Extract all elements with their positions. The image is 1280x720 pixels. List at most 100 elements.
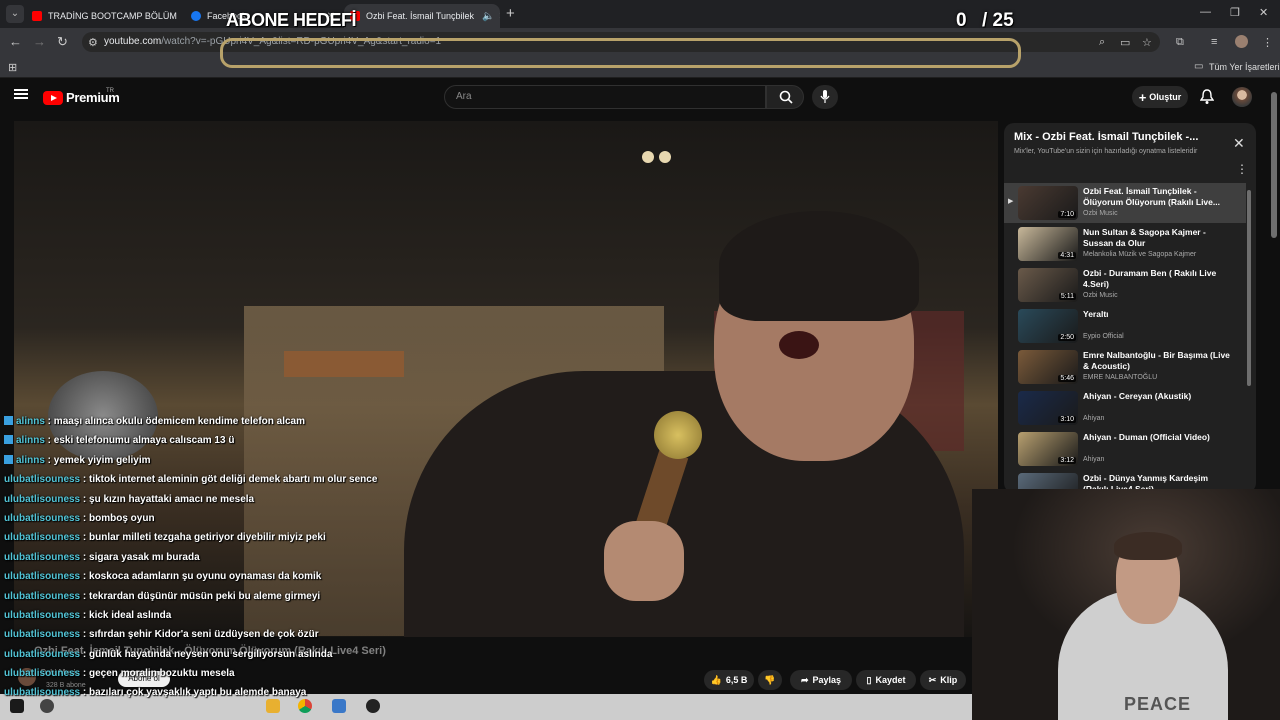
playlist-item-channel: Ahiyan	[1083, 456, 1105, 463]
extensions-icon[interactable]: ⧉	[1176, 36, 1184, 49]
chat-message: ulubatlisouness : koskoca adamların şu o…	[4, 567, 464, 586]
chat-message: ulubatlisouness : sigara yasak mı burada	[4, 548, 464, 567]
chat-message: ulubatlisouness : tiktok internet alemin…	[4, 470, 464, 489]
chat-message: ulubatlisouness : geçen moralin bozuktu …	[4, 664, 464, 683]
playlist-item-title[interactable]: Ahiyan - Duman (Official Video)	[1083, 432, 1233, 443]
playlist-thumbnail[interactable]: 4:31	[1018, 227, 1078, 261]
apps-icon[interactable]: ⊞	[8, 61, 17, 74]
speaker-icon[interactable]: 🔈	[478, 11, 494, 22]
chat-text: eski telefonumu almaya calıscam 13 ü	[53, 435, 235, 447]
close-icon[interactable]: ✕	[495, 11, 501, 22]
cast-icon[interactable]: ▭	[1120, 36, 1130, 49]
playlist-item[interactable]: 4:31 Nun Sultan & Sagopa Kajmer - Sussan …	[1004, 224, 1246, 264]
dislike-button[interactable]: 👎	[758, 670, 782, 690]
playlist-item-title[interactable]: Ozbi - Duramam Ben ( Rakılı Live 4.Seri)	[1083, 268, 1233, 290]
chat-message: ulubatlisouness : kick ideal aslında	[4, 606, 464, 625]
playlist-item-title[interactable]: Ozbi Feat. İsmail Tunçbilek - Ölüyorum Ö…	[1083, 186, 1233, 208]
playlist-item-title[interactable]: Emre Nalbantoğlu - Bir Başıma (Live & Ac…	[1083, 350, 1233, 372]
chat-username: alinns	[16, 435, 45, 447]
back-icon[interactable]: ←	[9, 34, 22, 49]
clip-button[interactable]: ✂ Klip	[920, 670, 966, 690]
playlist-thumbnail[interactable]: 3:12	[1018, 432, 1078, 466]
zoom-icon[interactable]: ⌕	[1099, 36, 1105, 49]
profile-avatar[interactable]	[1235, 35, 1248, 48]
chat-message: alinns : maaşı alınca okulu ödemicem ken…	[4, 412, 464, 431]
chat-badge-icon	[4, 454, 13, 464]
restore-icon[interactable]: ❐	[1230, 6, 1240, 19]
tab-search-icon[interactable]: ⌄	[6, 5, 24, 23]
search-input[interactable]	[444, 85, 766, 109]
all-bookmarks-link[interactable]: Tüm Yer İşaretleri	[1209, 62, 1280, 72]
playlist-item[interactable]: 3:12 Ahiyan - Duman (Official Video) Ahiya…	[1004, 429, 1246, 469]
share-button[interactable]: ➦ Paylaş	[790, 670, 852, 690]
playlist-title[interactable]: Mix - Ozbi Feat. İsmail Tunçbilek -...	[1014, 131, 1214, 143]
forward-icon[interactable]: →	[33, 34, 46, 49]
youtube-logo-icon[interactable]	[43, 91, 63, 105]
playlist-thumbnail[interactable]: 3:10	[1018, 391, 1078, 425]
site-info-icon[interactable]: ⚙	[88, 36, 98, 49]
chat-username: ulubatlisouness	[4, 532, 81, 544]
chat-username: ulubatlisouness	[4, 629, 81, 641]
chat-username: ulubatlisouness	[4, 648, 81, 660]
playlist-thumbnail[interactable]: 5:46	[1018, 350, 1078, 384]
more-options-icon[interactable]: ⋮	[1236, 162, 1248, 176]
tab-label: Ozbi Feat. İsmail Tunçbilek	[366, 11, 475, 21]
hamburger-menu-icon[interactable]	[14, 89, 28, 99]
playlist-thumbnail[interactable]: 5:11	[1018, 268, 1078, 302]
thumbs-down-icon: 👎	[764, 674, 776, 685]
tab-trading-bootcamp[interactable]: TRADİNG BOOTCAMP BÖLÜM ✕	[26, 4, 182, 28]
chat-username: ulubatlisouness	[4, 493, 81, 505]
playlist-item-title[interactable]: Nun Sultan & Sagopa Kajmer - Sussan da O…	[1083, 227, 1233, 249]
reading-list-icon[interactable]: ≡	[1211, 36, 1217, 48]
search-placeholder: Ara	[456, 91, 472, 102]
reload-icon[interactable]: ↻	[57, 34, 68, 50]
playlist-item[interactable]: 5:46 Emre Nalbantoğlu - Bir Başıma (Live …	[1004, 347, 1246, 387]
chat-message: ulubatlisouness : bazıları çok yavşaklık…	[4, 683, 464, 702]
playlist-item-title[interactable]: Ahiyan - Cereyan (Akustik)	[1083, 391, 1233, 402]
playlist-item-title[interactable]: Yeraltı	[1083, 309, 1233, 320]
like-count: 6,5 B	[725, 675, 748, 685]
microphone-icon	[820, 90, 830, 103]
chat-badge-icon	[4, 435, 13, 445]
menu-icon[interactable]: ⋮	[1262, 36, 1273, 49]
chat-separator: :	[80, 474, 90, 486]
close-window-icon[interactable]: ✕	[1259, 6, 1268, 19]
account-avatar[interactable]	[1232, 87, 1252, 107]
playlist-item[interactable]: 5:11 Ozbi - Duramam Ben ( Rakılı Live 4.S…	[1004, 265, 1246, 305]
chat-text: tiktok internet aleminin göt deliği deme…	[89, 474, 378, 486]
playlist-item[interactable]: 2:50 Yeraltı Eypio Official	[1004, 306, 1246, 346]
chat-text: sıfırdan şehir Kidor'a seni üzdüysen de …	[89, 629, 319, 641]
close-icon[interactable]: ✕	[177, 11, 182, 22]
playlist-item[interactable]: 3:10 Ahiyan - Cereyan (Akustik) Ahiyan	[1004, 388, 1246, 428]
url-host: youtube.com	[104, 36, 162, 47]
playlist-subtitle: Mix'ler, YouTube'un sizin için hazırladı…	[1014, 148, 1198, 155]
webcam-person-hair	[1114, 532, 1182, 560]
playlist-item[interactable]: ▶ 7:10 Ozbi Feat. İsmail Tunçbilek - Ölüyo…	[1004, 183, 1246, 223]
bookmark-star-icon[interactable]: ☆	[1142, 36, 1152, 49]
close-icon[interactable]: ✕	[1233, 135, 1245, 152]
subscriber-goal-label: ABONE HEDEFİ	[226, 10, 357, 30]
new-tab-button[interactable]: +	[506, 5, 515, 22]
now-playing-icon: ▶	[1008, 198, 1014, 205]
save-button[interactable]: ▯ Kaydet	[856, 670, 916, 690]
notifications-button[interactable]	[1199, 89, 1215, 110]
scissors-icon: ✂	[928, 674, 937, 685]
duration-badge: 5:46	[1058, 375, 1076, 382]
playlist-item-channel: Ahiyan	[1083, 415, 1105, 422]
search-button[interactable]	[766, 85, 804, 109]
playlist-thumbnail[interactable]: 2:50	[1018, 309, 1078, 343]
voice-search-button[interactable]	[812, 85, 838, 109]
playlist-thumbnail[interactable]: 7:10	[1018, 186, 1078, 220]
duration-badge: 2:50	[1058, 334, 1076, 341]
tab-ozbi-active[interactable]: Ozbi Feat. İsmail Tunçbilek 🔈 ✕	[344, 4, 500, 28]
chat-username: ulubatlisouness	[4, 590, 81, 602]
page-scrollbar[interactable]	[1271, 92, 1277, 238]
chat-message: ulubatlisouness : bomboş oyun	[4, 509, 464, 528]
minimize-icon[interactable]: —	[1200, 6, 1211, 18]
chat-separator: :	[80, 493, 90, 505]
playlist-scrollbar[interactable]	[1247, 190, 1251, 386]
create-button[interactable]: + Oluştur	[1132, 86, 1188, 108]
chat-text: bunlar milleti tezgaha getiriyor diyebil…	[89, 532, 326, 544]
like-button[interactable]: 👍 6,5 B	[704, 670, 754, 690]
chat-separator: :	[80, 687, 90, 699]
